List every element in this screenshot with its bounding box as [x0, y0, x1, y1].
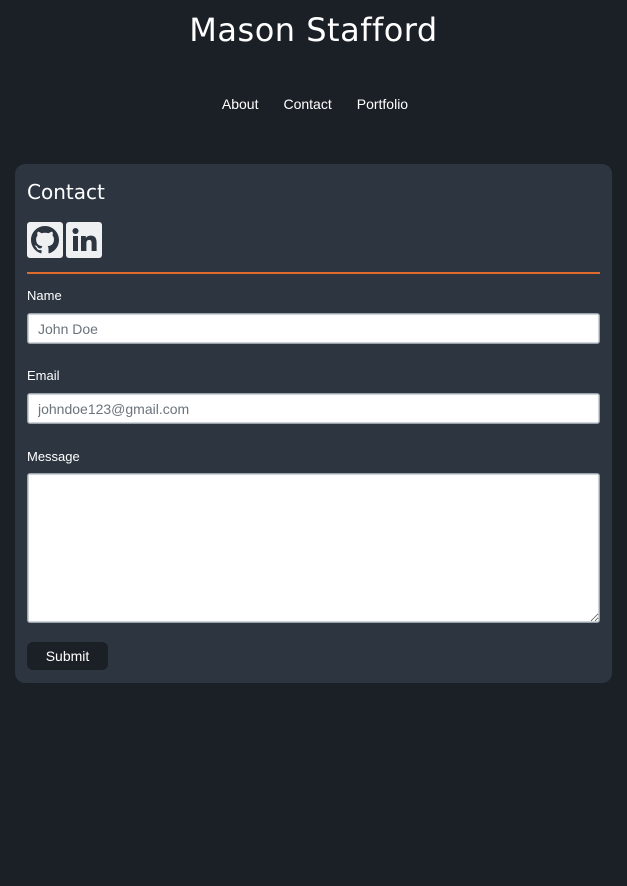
contact-title: Contact: [27, 180, 105, 204]
contact-card: Contact Name Email Message Submit: [15, 164, 612, 683]
github-icon: [31, 226, 59, 254]
divider: [27, 272, 600, 274]
nav-link-about[interactable]: About: [222, 96, 259, 113]
name-label: Name: [27, 288, 62, 303]
submit-button[interactable]: Submit: [27, 642, 108, 670]
nav-link-contact[interactable]: Contact: [283, 96, 331, 113]
name-input[interactable]: [27, 313, 600, 344]
social-links: [27, 222, 102, 258]
linkedin-icon: [72, 228, 97, 251]
main-nav: About Contact Portfolio: [0, 96, 627, 113]
site-title: Mason Stafford: [189, 11, 438, 49]
linkedin-link[interactable]: [66, 222, 102, 258]
message-textarea[interactable]: [27, 473, 600, 623]
github-link[interactable]: [27, 222, 63, 258]
email-label: Email: [27, 368, 60, 383]
email-input[interactable]: [27, 393, 600, 424]
message-label: Message: [27, 449, 80, 464]
nav-link-portfolio[interactable]: Portfolio: [357, 96, 408, 113]
